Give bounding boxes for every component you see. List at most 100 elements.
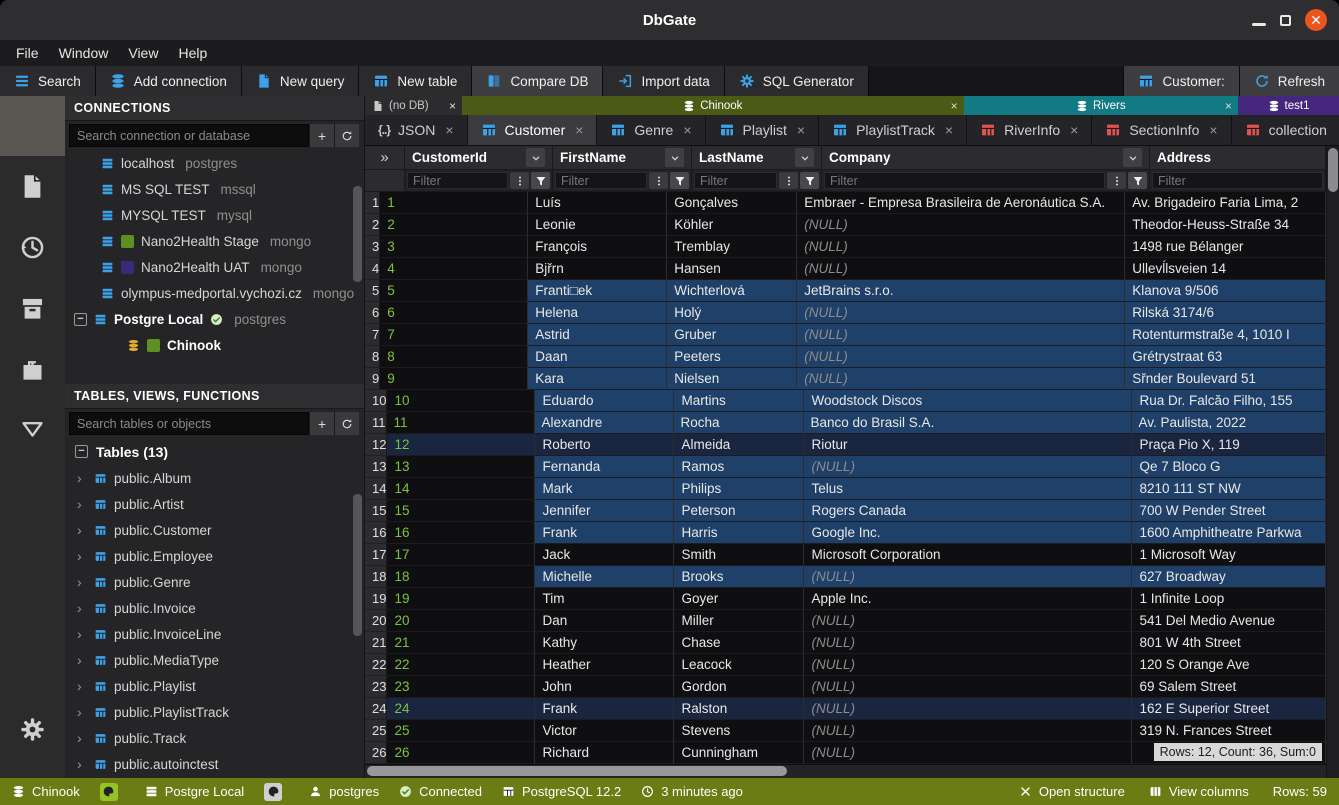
cell-address[interactable]: 319 N. Frances Street [1132,720,1326,742]
cell-company[interactable]: (NULL) [797,368,1125,390]
connection-item[interactable]: Nano2Health UAT mongo [65,254,364,280]
cell-firstname[interactable]: Tim [535,588,674,610]
table-row[interactable]: 12 12 Roberto Almeida Riotur Praça Pio X… [365,434,1326,456]
table-row[interactable]: 9 9 Kara Nielsen (NULL) Sřnder Boulevard… [365,368,1326,390]
cell-lastname[interactable]: Goyer [674,588,804,610]
row-number[interactable]: 8 [365,346,380,368]
table-item[interactable]: › public.Artist [65,491,364,517]
row-number[interactable]: 11 [365,412,387,434]
cell-lastname[interactable]: Holý [667,302,797,324]
toolbar-button[interactable]: Add connection [96,66,242,96]
collapse-expander-icon[interactable]: − [74,313,87,326]
refresh-tables-button[interactable] [334,412,359,435]
cell-lastname[interactable]: Martins [674,390,804,412]
chevron-right-icon[interactable]: › [77,678,87,694]
cell-firstname[interactable]: John [535,676,674,698]
connection-item[interactable]: MS SQL TEST mssql [65,176,364,202]
cell-firstname[interactable]: Frank [535,522,674,544]
cell-lastname[interactable]: Almeida [674,434,804,456]
chevron-right-icon[interactable]: › [77,730,87,746]
status-item[interactable]: 3 minutes ago [641,784,743,799]
chevron-right-icon[interactable]: › [77,600,87,616]
cell-customerid[interactable]: 24 [387,698,535,720]
cell-customerid[interactable]: 17 [387,544,535,566]
close-button[interactable]: ✕ [1305,9,1327,31]
table-item[interactable]: › public.booleantest [65,777,364,778]
cell-address[interactable]: Rua Dr. Falcăo Filho, 155 [1132,390,1326,412]
cell-customerid[interactable]: 4 [380,258,528,280]
tab[interactable]: SectionInfo × [1092,115,1231,145]
cell-firstname[interactable]: Michelle [535,566,674,588]
cell-address[interactable]: Praça Pio X, 119 [1132,434,1326,456]
connection-item[interactable]: Chinook [65,332,364,358]
row-number[interactable]: 14 [365,478,387,500]
toolbar-button[interactable]: Customer: [1123,66,1238,96]
table-row[interactable]: 16 16 Frank Harris Google Inc. 1600 Amph… [365,522,1326,544]
cell-company[interactable]: (NULL) [797,236,1125,258]
cell-firstname[interactable]: Eduardo [535,390,674,412]
table-row[interactable]: 14 14 Mark Philips Telus 8210 111 ST NW [365,478,1326,500]
close-icon[interactable]: × [797,122,805,138]
table-row[interactable]: 2 2 Leonie Köhler (NULL) Theodor-Heuss-S… [365,214,1326,236]
cell-company[interactable]: Microsoft Corporation [804,544,1132,566]
chevron-right-icon[interactable]: › [77,574,87,590]
close-icon[interactable]: × [449,99,456,113]
cell-customerid[interactable]: 6 [380,302,528,324]
cell-customerid[interactable]: 20 [387,610,535,632]
column-header[interactable]: Company [822,146,1150,170]
cell-company[interactable]: (NULL) [804,456,1132,478]
status-item[interactable]: postgres [309,784,379,799]
cell-lastname[interactable]: Gruber [667,324,797,346]
cell-address[interactable]: Rotenturmstraße 4, 1010 I [1125,324,1326,346]
cell-company[interactable]: (NULL) [804,654,1132,676]
cell-firstname[interactable]: Victor [535,720,674,742]
table-row[interactable]: 21 21 Kathy Chase (NULL) 801 W 4th Stree… [365,632,1326,654]
cell-customerid[interactable]: 14 [387,478,535,500]
refresh-connections-button[interactable] [334,124,359,147]
filter-menu-button[interactable] [649,172,668,189]
table-row[interactable]: 8 8 Daan Peeters (NULL) Grétrystraat 63 [365,346,1326,368]
row-number[interactable]: 3 [365,236,380,258]
row-number[interactable]: 9 [365,368,380,390]
cell-firstname[interactable]: Kathy [535,632,674,654]
status-action[interactable]: Rows: 59 [1273,784,1327,799]
tab[interactable]: Customer × [468,115,598,145]
column-menu-button[interactable] [1123,148,1142,167]
table-row[interactable]: 22 22 Heather Leacock (NULL) 120 S Orang… [365,654,1326,676]
connection-item[interactable]: MYSQL TEST mysql [65,202,364,228]
cell-firstname[interactable]: Franti□ek [528,280,667,302]
cell-lastname[interactable]: Köhler [667,214,797,236]
cell-firstname[interactable]: Mark [535,478,674,500]
connection-item[interactable]: Nano2Health Stage mongo [65,228,364,254]
toolbar-button[interactable]: Import data [603,66,724,96]
close-icon[interactable]: × [575,122,583,138]
cell-company[interactable]: (NULL) [797,302,1125,324]
row-number[interactable]: 7 [365,324,380,346]
row-number[interactable]: 6 [365,302,380,324]
tables-scrollbar[interactable] [353,494,362,636]
cell-company[interactable]: (NULL) [797,214,1125,236]
cell-lastname[interactable]: Philips [674,478,804,500]
filter-input[interactable] [824,172,1105,189]
row-number[interactable]: 26 [365,742,387,764]
cell-company[interactable]: Banco do Brasil S.A. [804,412,1132,434]
cell-address[interactable]: 120 S Orange Ave [1132,654,1326,676]
cell-customerid[interactable]: 15 [387,500,535,522]
cell-lastname[interactable]: Hansen [667,258,797,280]
cell-firstname[interactable]: François [528,236,667,258]
cell-firstname[interactable]: Luís [528,192,667,214]
chevron-right-icon[interactable]: › [77,548,87,564]
cell-firstname[interactable]: Kara [528,368,667,390]
cell-address[interactable]: 627 Broadway [1132,566,1326,588]
connections-search-input[interactable] [69,124,309,147]
chevron-right-icon[interactable]: › [77,704,87,720]
row-number[interactable]: 19 [365,588,387,610]
toolbar-button[interactable]: New query [242,66,360,96]
cell-customerid[interactable]: 3 [380,236,528,258]
cell-company[interactable]: Rogers Canada [804,500,1132,522]
row-number[interactable]: 24 [365,698,387,720]
tables-group-row[interactable]: − Tables (13) [65,438,364,465]
tab[interactable]: Genre × [597,115,705,145]
tab[interactable]: RiverInfo × [967,115,1092,145]
theme-swatch[interactable] [264,783,282,801]
